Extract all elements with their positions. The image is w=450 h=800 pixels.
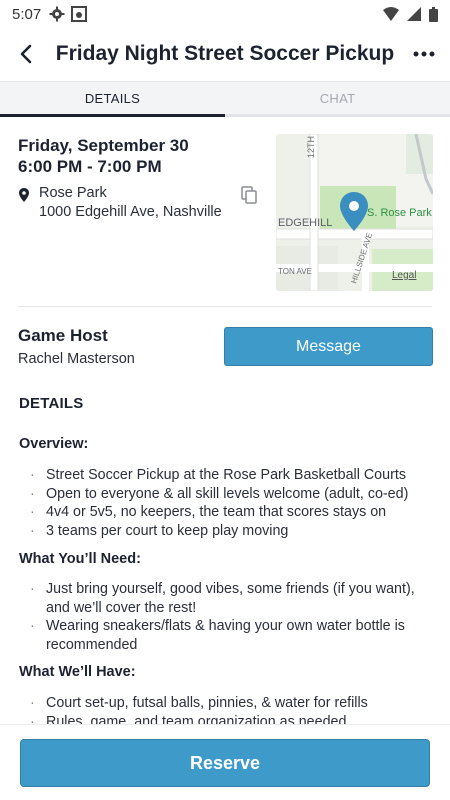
back-arrow-icon (20, 44, 32, 64)
host-name: Rachel Masterson (18, 351, 135, 367)
details-heading: DETAILS (19, 395, 84, 412)
page-title: Friday Night Street Soccer Pickup (55, 42, 395, 65)
reserve-button[interactable]: Reserve (20, 739, 430, 787)
map-legal-link[interactable]: Legal (392, 270, 416, 281)
map-graphic: 12TH EDGEHILL S. Rose Park HILLSIDE AVE … (276, 134, 433, 291)
event-datetime: Friday, September 30 6:00 PM - 7:00 PM (18, 135, 189, 177)
list-item: Rules, game, and team organization as ne… (30, 713, 430, 725)
location-map[interactable]: 12TH EDGEHILL S. Rose Park HILLSIDE AVE … (276, 134, 433, 291)
tab-chat[interactable]: CHAT (225, 82, 450, 117)
event-date: Friday, September 30 (18, 136, 189, 155)
signal-icon (407, 7, 421, 21)
copy-icon[interactable] (241, 186, 257, 204)
location-pin-icon (19, 188, 29, 202)
status-bar: 5:07 (0, 0, 450, 28)
venue-address: 1000 Edgehill Ave, Nashville (39, 204, 222, 220)
event-time: 6:00 PM - 7:00 PM (18, 157, 162, 176)
more-options-button[interactable] (398, 28, 450, 80)
tab-bar: DETAILS CHAT (0, 81, 450, 117)
status-time: 5:07 (12, 5, 42, 23)
wifi-icon (383, 7, 399, 21)
app-bar: Friday Night Street Soccer Pickup (0, 28, 450, 80)
list-item: Street Soccer Pickup at the Rose Park Ba… (30, 466, 430, 485)
map-label-ton-ave: TON AVE (278, 267, 312, 276)
what-well-have-list: Court set-up, futsal balls, pinnies, & w… (30, 694, 430, 724)
event-location: Rose Park 1000 Edgehill Ave, Nashville (39, 184, 222, 222)
tab-details[interactable]: DETAILS (0, 82, 225, 117)
venue-name: Rose Park (39, 185, 107, 201)
list-item: 4v4 or 5v5, no keepers, the team that sc… (30, 503, 430, 522)
settings-icon (49, 6, 65, 22)
list-item: Just bring yourself, good vibes, some fr… (30, 580, 430, 617)
host-label: Game Host (18, 326, 108, 345)
bottom-action-bar: Reserve (0, 724, 450, 800)
list-item: Court set-up, futsal balls, pinnies, & w… (30, 694, 430, 713)
list-item: Open to everyone & all skill levels welc… (30, 485, 430, 504)
map-label-poi: S. Rose Park (367, 207, 432, 219)
what-you-need-title: What You’ll Need: (19, 551, 141, 567)
what-you-need-list: Just bring yourself, good vibes, some fr… (30, 580, 430, 654)
event-details-content[interactable]: Friday, September 30 6:00 PM - 7:00 PM R… (0, 118, 450, 724)
map-label-edgehill: EDGEHILL (278, 217, 332, 229)
list-item: 3 teams per court to keep play moving (30, 522, 430, 541)
battery-icon (429, 6, 438, 22)
what-well-have-title: What We’ll Have: (19, 664, 136, 680)
photo-icon (71, 6, 88, 22)
more-dots-icon (413, 51, 435, 57)
overview-title: Overview: (19, 436, 89, 452)
map-label-12th: 12TH (306, 136, 316, 158)
list-item: Wearing sneakers/flats & having your own… (30, 617, 430, 654)
section-divider (18, 306, 432, 307)
overview-list: Street Soccer Pickup at the Rose Park Ba… (30, 466, 430, 540)
back-button[interactable] (0, 28, 52, 80)
message-button[interactable]: Message (224, 327, 433, 366)
